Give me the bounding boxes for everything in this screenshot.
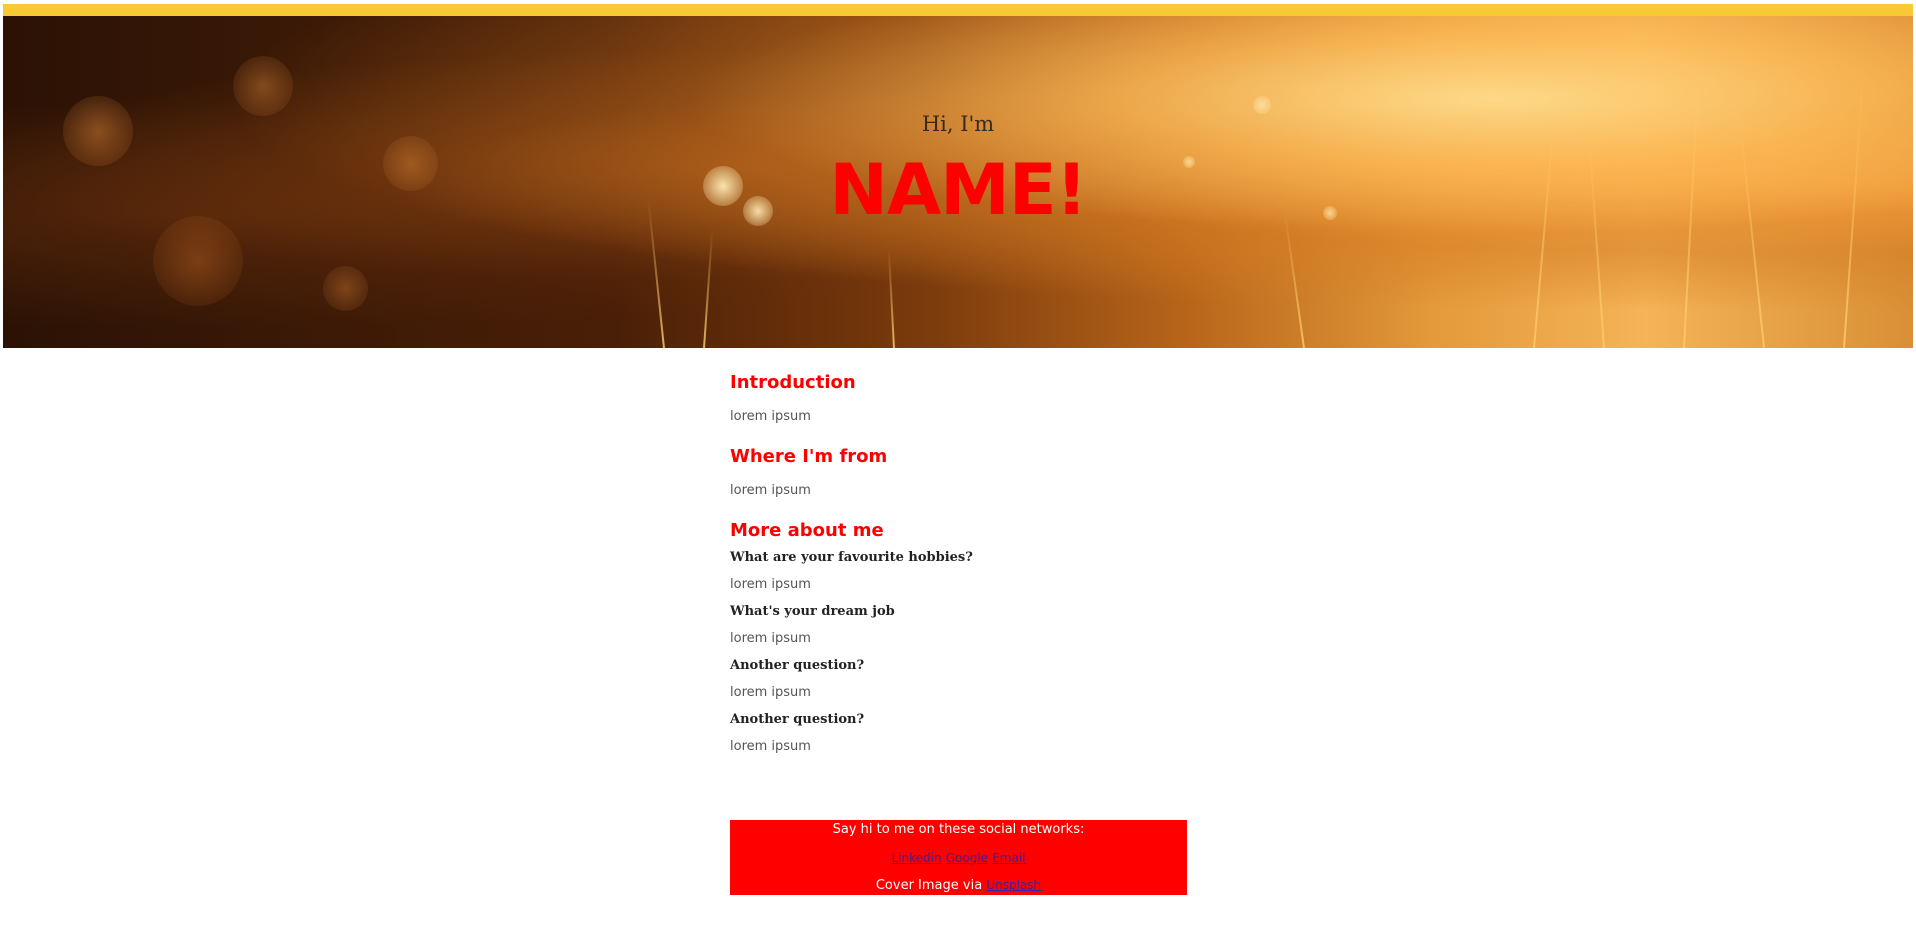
section-title-introduction: Introduction xyxy=(730,372,856,393)
footer-social-text: Say hi to me on these social networks: xyxy=(832,822,1085,837)
footer-social-box: Say hi to me on these social networks: L… xyxy=(730,820,1187,895)
hero-greeting: Hi, I'm xyxy=(921,112,995,136)
hero-cover-image: Hi, I'm NAME! xyxy=(3,16,1913,348)
answer: lorem ipsum xyxy=(730,685,811,700)
email-link[interactable]: Email xyxy=(992,851,1025,865)
answer: lorem ipsum xyxy=(730,739,811,754)
introduction-text: lorem ipsum xyxy=(730,409,811,424)
top-accent-bar xyxy=(3,4,1913,16)
section-title-more-about: More about me xyxy=(730,520,884,541)
question: What's your dream job xyxy=(730,604,895,619)
section-title-where-from: Where I'm from xyxy=(730,446,888,467)
question: Another question? xyxy=(730,658,865,673)
question: What are your favourite hobbies? xyxy=(730,550,973,565)
cover-credit-text: Cover Image via xyxy=(875,878,983,893)
hero-text: Hi, I'm NAME! xyxy=(3,16,1913,348)
linkedin-link[interactable]: Linkedin xyxy=(892,851,942,865)
main-content: Introduction lorem ipsum Where I'm from … xyxy=(730,372,1187,754)
footer-cover-credit: Cover Image via Unsplash xyxy=(730,878,1187,893)
hero-name: NAME! xyxy=(829,149,1087,231)
where-from-text: lorem ipsum xyxy=(730,483,811,498)
answer: lorem ipsum xyxy=(730,631,811,646)
question: Another question? xyxy=(730,712,865,727)
answer: lorem ipsum xyxy=(730,577,811,592)
unsplash-link[interactable]: Unsplash xyxy=(986,878,1041,892)
footer-social-links: Linkedin Google Email xyxy=(730,851,1187,866)
google-link[interactable]: Google xyxy=(946,851,988,865)
